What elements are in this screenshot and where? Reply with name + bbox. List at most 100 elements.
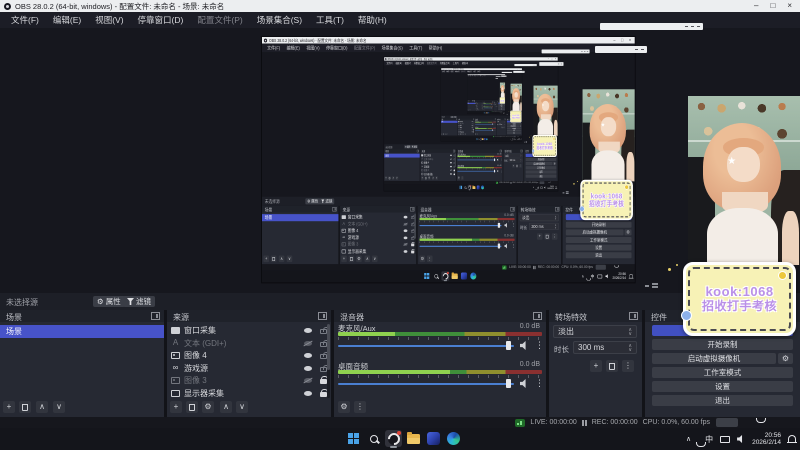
minimize-button[interactable]: – [754,2,758,10]
source-row-window-capture[interactable]: 窗口采集 [167,324,331,336]
menu-edit[interactable]: 编辑(E) [46,14,88,26]
settings-button[interactable]: 设置 [652,381,793,392]
scene-list-item-selected[interactable]: 场景 [0,325,164,338]
scenes-dock-header[interactable]: 场景 [0,310,164,322]
visibility-eye-icon[interactable] [304,390,312,396]
window-titlebar[interactable]: OBS 28.0.2 (64-bit, windows) - 配置文件: 未命名… [0,0,800,12]
remove-transition-button[interactable] [606,360,618,372]
menu-docks[interactable]: 停靠窗口(D) [131,14,191,26]
visibility-eye-off-icon[interactable] [304,340,312,346]
remove-scene-button[interactable] [19,401,31,413]
star-sticker-icon: ★ [727,155,737,167]
mixer-dock-header[interactable]: 混音器 [334,310,546,322]
scene-down-button[interactable]: ∨ [53,401,65,413]
close-button[interactable]: × [787,2,792,10]
source-up-button[interactable]: ∧ [220,401,232,413]
search-button[interactable] [365,430,382,447]
maximize-button[interactable]: □ [770,2,775,10]
webcam-source[interactable]: ★ [688,96,800,265]
source-row-text[interactable]: A 文本 (GDI+) [167,337,331,349]
mixer-settings-button[interactable]: ⚙ [338,401,350,413]
duration-spinbox[interactable]: 300 ms ∧ ∨ [573,341,637,354]
window-capture-icon [171,326,180,334]
desktop-volume-slider[interactable] [338,383,514,385]
add-scene-button[interactable]: + [3,401,15,413]
lock-closed-icon[interactable] [320,375,328,384]
visibility-eye-icon[interactable] [304,365,312,371]
mixer-kebab-button[interactable]: ⋮ [354,401,366,413]
speaker-icon[interactable] [520,379,526,388]
transition-kebab-button[interactable]: ⋮ [622,360,634,372]
sources-scrollbar[interactable] [327,324,330,398]
tray-chevron-icon[interactable]: ∧ [686,435,691,443]
scene-name: 场景 [6,327,22,336]
edge-button[interactable] [445,430,462,447]
preview-canvas[interactable]: OBS 28.0.2 (64-bit, windows) - 配置文件: 未命名… [0,28,800,293]
blue-app-button[interactable] [425,430,442,447]
recursive-screen-capture: OBS 28.0.2 (64-bit, windows) - 配置文件: 未命名… [467,73,506,115]
visibility-eye-off-icon[interactable] [304,377,312,383]
status-bar: LIVE: 00:00:00 REC: 00:00:00 CPU: 0.0%, … [0,417,800,428]
remove-source-button[interactable] [186,401,198,413]
statusbar-handle[interactable] [716,418,738,427]
clock[interactable]: 20:56 2026/2/14 [752,432,781,446]
source-properties-button[interactable]: ⚙ [202,401,214,413]
source-row-display-capture[interactable]: 显示器采集 [167,387,331,399]
dock-options-icon[interactable] [151,312,160,320]
notification-bell-icon[interactable] [787,435,797,443]
scene-up-button[interactable]: ∧ [36,401,48,413]
visibility-eye-icon[interactable] [304,352,312,358]
cast-screen-icon[interactable] [720,435,731,443]
kook-sticker-overlay[interactable]: kook:1068 招收打手考核 [681,262,796,336]
file-explorer-button[interactable] [405,430,422,447]
properties-button[interactable]: ⚙ 属性 [93,296,125,307]
lock-icon[interactable] [320,339,330,347]
source-row-game[interactable]: ∞ 游戏源 [167,362,331,374]
volume-icon[interactable] [737,435,743,443]
dock-options-icon[interactable] [318,312,327,320]
dock-options-icon[interactable] [629,312,638,320]
source-row-image3[interactable]: 图像 3 [167,374,331,386]
window-capture-artifact [600,23,703,30]
add-transition-button[interactable]: + [590,360,602,372]
source-row-image4[interactable]: 图像 4 [167,349,331,361]
dock-options-icon[interactable] [533,312,542,320]
menu-view[interactable]: 视图(V) [88,14,130,26]
speaker-icon[interactable] [520,341,526,350]
filters-button[interactable]: 滤镜 [123,296,155,307]
desktop-kebab-menu-icon[interactable]: ⋮ [535,379,544,388]
transitions-dock-header[interactable]: 转场特效 [549,310,642,322]
start-virtual-camera-button[interactable]: 启动虚拟摄像机 [652,353,776,364]
window-title: OBS 28.0.2 (64-bit, windows) - 配置文件: 未命名… [15,1,225,11]
lock-icon[interactable] [320,326,330,334]
start-button[interactable] [345,430,362,447]
transition-selected-value: 淡出 [558,327,574,336]
desktop-volume-handle[interactable] [506,379,511,388]
image-source-icon [171,351,180,359]
visibility-eye-icon[interactable] [304,327,312,333]
mic-volume-slider[interactable] [338,345,514,347]
add-source-button[interactable]: + [170,401,182,413]
ime-indicator[interactable]: 中 [705,434,713,445]
menu-scene-collection[interactable]: 场景集合(S) [250,14,309,26]
transition-select[interactable]: 淡出 ∧ ∨ [553,325,637,338]
lock-icon[interactable] [320,351,330,359]
lock-closed-icon[interactable] [320,388,328,397]
filter-funnel-icon [127,298,134,305]
start-recording-button[interactable]: 开始录制 [652,339,793,350]
mic-kebab-menu-icon[interactable]: ⋮ [535,341,544,350]
menu-profile[interactable]: 配置文件(P) [190,14,249,26]
menu-file[interactable]: 文件(F) [4,14,46,26]
windows-taskbar: ∧ 中 20:56 2026/2/14 [0,428,800,450]
exit-button[interactable]: 退出 [652,395,793,406]
mic-volume-handle[interactable] [506,341,511,350]
virtual-camera-settings-button[interactable]: ⚙ [778,353,793,364]
studio-mode-button[interactable]: 工作室模式 [652,367,793,378]
menu-help[interactable]: 帮助(H) [351,14,394,26]
obs-taskbar-button[interactable] [385,430,402,448]
sticker-text-line1: kook:1068 [705,284,774,299]
menu-tools[interactable]: 工具(T) [309,14,351,26]
lock-icon[interactable] [320,364,330,372]
source-down-button[interactable]: ∨ [236,401,248,413]
sources-dock-header[interactable]: 来源 [167,310,331,322]
